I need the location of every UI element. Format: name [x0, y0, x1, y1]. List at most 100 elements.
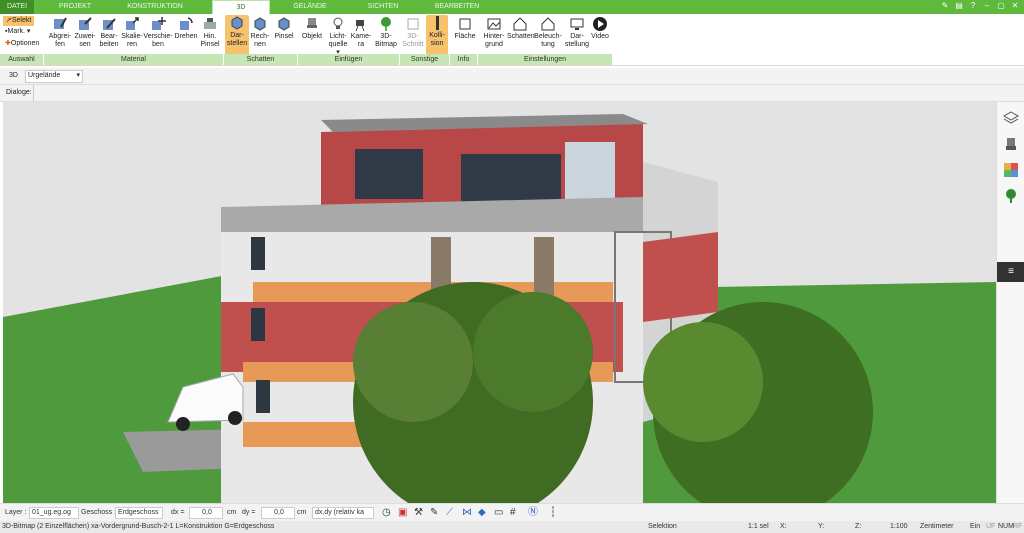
dy-input[interactable]: 0,0	[261, 507, 295, 519]
kamera-button[interactable]: Kame-ra	[350, 16, 372, 49]
grid-icon[interactable]: #	[510, 507, 516, 519]
status-scale: 1:100	[890, 523, 908, 530]
dy-label: dy =	[242, 509, 256, 516]
zuweisen-button[interactable]: Zuwei-sen	[73, 16, 97, 49]
beleuchtung-button[interactable]: Beleuch-tung	[533, 16, 563, 49]
dx-label: dx =	[171, 509, 185, 516]
tab-3d[interactable]: 3D	[212, 0, 270, 14]
mark-button[interactable]: ▪Mark. ▾	[5, 27, 30, 37]
measure-icon[interactable]: ⚒	[414, 507, 423, 519]
layers-icon[interactable]	[1003, 110, 1019, 126]
status-bar: 3D-Bitmap (2 Einzelflächen) xa-Vordergru…	[0, 521, 1024, 533]
ribbon-tab-bar: DATEI PROJEKT KONSTRUKTION 3D GELÄNDE SI…	[0, 0, 1024, 14]
pen-icon[interactable]: ✎	[940, 1, 950, 11]
section-icon	[407, 18, 419, 30]
status-sel: 1:1 sel	[748, 523, 769, 530]
rotate-icon	[180, 17, 193, 30]
maximize-button[interactable]: ▢	[996, 1, 1006, 11]
tab-gelaende[interactable]: GELÄNDE	[280, 0, 340, 14]
pin-icon[interactable]: ┆	[550, 507, 556, 519]
chair-catalog-icon[interactable]	[1003, 136, 1019, 152]
rechnen-button[interactable]: Rech-nen	[249, 16, 271, 49]
dx-input[interactable]: 0,0	[189, 507, 223, 519]
schatten-pinsel-button[interactable]: Pinsel	[272, 16, 296, 41]
play-icon	[593, 17, 607, 31]
house-light-icon	[541, 17, 555, 31]
clock-icon[interactable]: ◷	[382, 507, 391, 519]
terrain-select[interactable]: Urgelände ▾	[25, 70, 83, 83]
status-mode: Selektion	[648, 523, 677, 530]
minimize-button[interactable]: –	[982, 1, 992, 11]
camera-icon	[355, 20, 365, 32]
tab-konstruktion[interactable]: KONSTRUKTION	[110, 0, 200, 14]
objekt-button[interactable]: Objekt	[299, 16, 325, 41]
3d-bitmap-button[interactable]: 3D- Bitmap	[373, 16, 399, 49]
bearbeiten-button[interactable]: Bear-beiten	[97, 16, 121, 49]
paint-icon[interactable]: ✎	[430, 507, 438, 519]
plants-icon[interactable]	[1003, 188, 1019, 204]
plane-icon[interactable]: ◆	[478, 507, 486, 519]
hin-pinsel-button[interactable]: Hin. Pinsel	[199, 16, 221, 49]
snap-icon[interactable]: ⋈	[462, 507, 472, 519]
status-num: NUM	[998, 523, 1014, 530]
3d-schnitt-button[interactable]: 3D- Schnitt	[401, 16, 425, 49]
help-icon[interactable]: ?	[968, 1, 978, 11]
tab-sichten[interactable]: SICHTEN	[352, 0, 414, 14]
side-panel: ≡	[996, 102, 1024, 503]
dy-unit: cm	[297, 509, 307, 516]
close-button[interactable]: ✕	[1010, 1, 1020, 11]
status-z: Z:	[855, 523, 862, 530]
bottom-toolbar: Layer : 01_ug.eg.og Geschoss : Erdgescho…	[0, 503, 1024, 521]
tab-projekt[interactable]: PROJEKT	[42, 0, 108, 14]
cube-shadow-icon	[231, 16, 243, 30]
optionen-button[interactable]: ✚Optionen	[5, 39, 39, 49]
materials-icon[interactable]	[1003, 162, 1019, 178]
verschieben-button[interactable]: Verschie-ben	[143, 16, 173, 49]
mode-label: 3D	[9, 72, 18, 79]
north-icon[interactable]: Ⓝ	[528, 507, 538, 519]
bulb-icon	[333, 17, 343, 29]
schatten-settings-button[interactable]: Schatten	[507, 16, 535, 41]
tab-bearbeiten[interactable]: BEARBEITEN	[420, 0, 494, 14]
view-icon[interactable]: ▭	[494, 507, 503, 519]
group-auswahl: Auswahl	[0, 54, 44, 65]
video-button[interactable]: Video	[589, 16, 611, 41]
group-schatten: Schatten	[224, 54, 298, 65]
3d-viewport[interactable]	[3, 102, 996, 503]
chevron-down-icon: ▾	[76, 72, 80, 79]
selekt-button[interactable]: ➚Selekt	[3, 16, 35, 26]
3d-scene	[3, 102, 996, 503]
status-rf: RF	[1013, 523, 1023, 530]
chair-icon	[307, 18, 317, 28]
dialog-toolbar: Dialoge:	[0, 85, 1024, 102]
status-unit: Zentimeter	[920, 523, 954, 530]
layer-select[interactable]: 01_ug.eg.og	[29, 507, 79, 519]
background-icon	[487, 18, 501, 30]
darstellung-button[interactable]: Dar-stellung	[563, 16, 591, 49]
flaeche-button[interactable]: Fläche	[452, 16, 478, 41]
panel-handle[interactable]: ≡	[997, 262, 1024, 282]
cube-calc-icon	[254, 17, 266, 31]
abgreifen-button[interactable]: Abgrei-fen	[48, 16, 72, 49]
hintergrund-button[interactable]: Hinter-grund	[481, 16, 507, 49]
lichtquelle-button[interactable]: Licht-quelle ▾	[326, 16, 350, 57]
geschoss-select[interactable]: Erdgeschoss	[115, 507, 163, 519]
house-shadow-icon	[513, 17, 527, 31]
darstellen-button[interactable]: Dar-stellen	[225, 15, 249, 55]
snap-line-icon[interactable]: ⟋	[446, 507, 453, 519]
kollision-button[interactable]: Kolli-sion	[426, 15, 448, 55]
tree-icon	[381, 17, 391, 31]
screen-icon[interactable]: ▣	[398, 507, 407, 519]
print-icon[interactable]: ▤	[954, 1, 964, 11]
group-info: Info	[450, 54, 478, 65]
skalieren-button[interactable]: Skalie-ren	[121, 16, 143, 49]
brush-icon	[204, 18, 216, 29]
tab-datei[interactable]: DATEI	[0, 0, 34, 14]
area-icon	[459, 18, 471, 30]
collision-icon	[436, 16, 439, 30]
drehen-button[interactable]: Drehen	[173, 16, 199, 41]
status-x: X:	[780, 523, 787, 530]
relative-select[interactable]: dx,dy (relativ ka	[312, 507, 374, 519]
ribbon: ➚Selekt ▪Mark. ▾ ✚Optionen Abgrei-fen Zu…	[0, 14, 1024, 66]
group-sonstige: Sonstige	[400, 54, 450, 65]
